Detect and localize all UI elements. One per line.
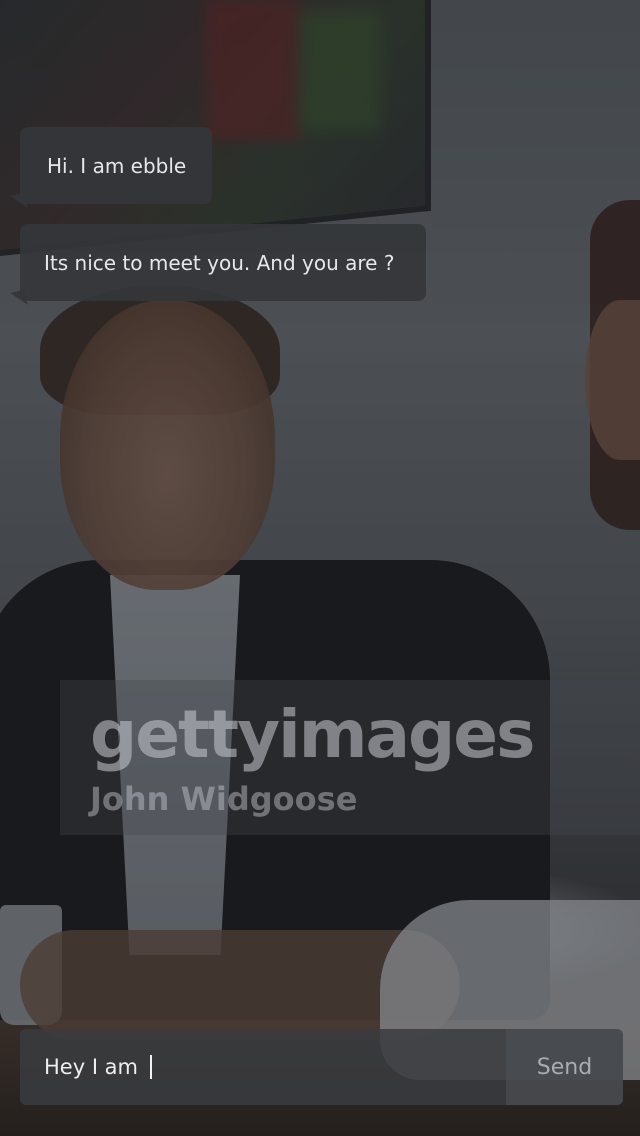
watermark-brand: gettyimages (90, 696, 535, 773)
message-input[interactable]: Hey I am (20, 1055, 506, 1079)
send-button[interactable]: Send (506, 1029, 623, 1105)
message-text: Hi. I am ebble (47, 153, 187, 178)
watermark-credit: John Widgoose (90, 780, 358, 818)
message-composer: Hey I am Send (20, 1029, 623, 1105)
message-text: Its nice to meet you. And you are ? (44, 250, 395, 275)
chat-bubble-incoming: Hi. I am ebble (20, 127, 212, 204)
chat-bubble-incoming: Its nice to meet you. And you are ? (20, 224, 426, 301)
text-caret (150, 1055, 153, 1079)
watermark: gettyimages John Widgoose (60, 680, 640, 835)
message-input-value: Hey I am (44, 1055, 139, 1079)
chat-screen: gettyimages John Widgoose Hi. I am ebble… (0, 0, 640, 1136)
